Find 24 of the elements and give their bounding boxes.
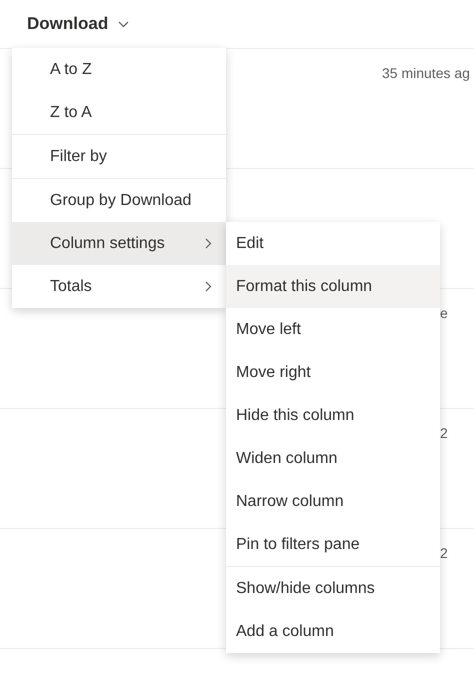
menu-item[interactable]: Pin to filters pane	[226, 523, 440, 566]
menu-item[interactable]: Filter by	[12, 135, 226, 178]
table-cell-text: 2	[440, 544, 448, 563]
menu-item[interactable]: Add a column	[226, 610, 440, 653]
chevron-right-icon	[205, 238, 212, 249]
menu-item[interactable]: Show/hide columns	[226, 567, 440, 610]
menu-item[interactable]: Hide this column	[226, 394, 440, 437]
column-header[interactable]: Download	[27, 11, 108, 37]
menu-item[interactable]: Move left	[226, 308, 440, 351]
menu-item[interactable]: Z to A	[12, 91, 226, 134]
menu-item[interactable]: Group by Download	[12, 179, 226, 222]
menu-item[interactable]: Edit	[226, 222, 440, 265]
table-cell-text: 35 minutes ag	[382, 64, 470, 83]
menu-item[interactable]: Format this column	[226, 265, 440, 308]
table-cell-text: 2	[440, 424, 448, 443]
menu-item[interactable]: Column settings	[12, 222, 226, 265]
menu-item[interactable]: Move right	[226, 351, 440, 394]
chevron-down-icon	[118, 20, 130, 28]
chevron-right-icon	[205, 281, 212, 292]
menu-item[interactable]: Totals	[12, 265, 226, 308]
menu-item[interactable]: A to Z	[12, 48, 226, 91]
table-cell-text: e	[440, 304, 448, 323]
menu-item[interactable]: Narrow column	[226, 480, 440, 523]
menu-item[interactable]: Widen column	[226, 437, 440, 480]
